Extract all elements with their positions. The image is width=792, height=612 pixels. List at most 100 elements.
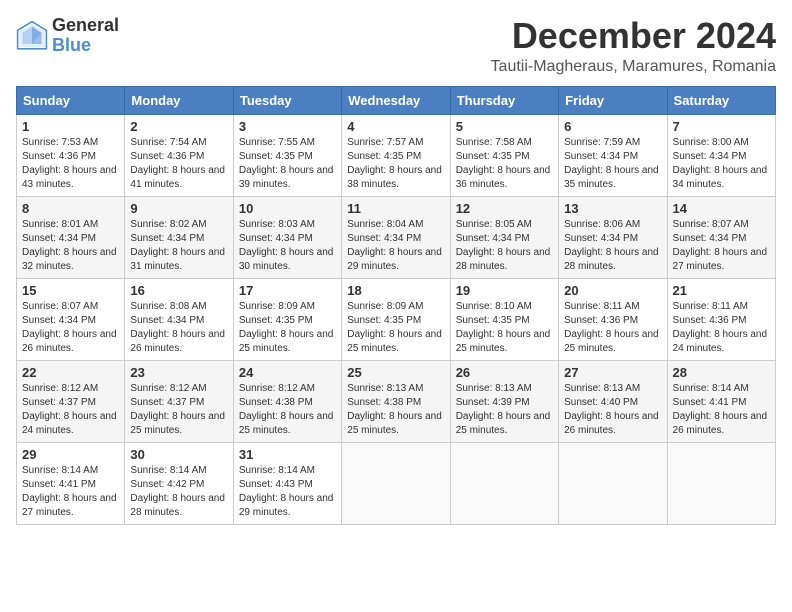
day-info: Sunrise: 8:04 AMSunset: 4:34 PMDaylight:… <box>347 218 444 274</box>
calendar-cell: 6 Sunrise: 7:59 AMSunset: 4:34 PMDaylight… <box>559 114 667 196</box>
day-info: Sunrise: 8:08 AMSunset: 4:34 PMDaylight:… <box>130 300 227 356</box>
day-info: Sunrise: 7:54 AMSunset: 4:36 PMDaylight:… <box>130 136 227 192</box>
header: General Blue December 2024 Tautii-Magher… <box>16 16 776 76</box>
day-number: 29 <box>22 447 119 462</box>
calendar-cell: 2 Sunrise: 7:54 AMSunset: 4:36 PMDaylight… <box>125 114 233 196</box>
day-number: 17 <box>239 283 336 298</box>
day-number: 18 <box>347 283 444 298</box>
day-info: Sunrise: 8:07 AMSunset: 4:34 PMDaylight:… <box>22 300 119 356</box>
calendar-header-row: SundayMondayTuesdayWednesdayThursdayFrid… <box>17 86 776 114</box>
day-info: Sunrise: 8:11 AMSunset: 4:36 PMDaylight:… <box>564 300 661 356</box>
day-info: Sunrise: 8:13 AMSunset: 4:38 PMDaylight:… <box>347 382 444 438</box>
day-info: Sunrise: 8:14 AMSunset: 4:41 PMDaylight:… <box>22 464 119 520</box>
day-info: Sunrise: 8:12 AMSunset: 4:38 PMDaylight:… <box>239 382 336 438</box>
day-number: 23 <box>130 365 227 380</box>
calendar-cell: 27Sunrise: 8:13 AMSunset: 4:40 PMDayligh… <box>559 360 667 442</box>
calendar-cell: 26 Sunrise: 8:13 AMSunset: 4:39 PMDayligh… <box>450 360 558 442</box>
day-number: 14 <box>673 201 770 216</box>
day-number: 8 <box>22 201 119 216</box>
calendar-cell: 20 Sunrise: 8:11 AMSunset: 4:36 PMDayligh… <box>559 278 667 360</box>
day-number: 24 <box>239 365 336 380</box>
day-number: 11 <box>347 201 444 216</box>
day-info: Sunrise: 8:14 AMSunset: 4:41 PMDaylight:… <box>673 382 770 438</box>
calendar-cell: 23 Sunrise: 8:12 AMSunset: 4:37 PMDayligh… <box>125 360 233 442</box>
calendar-cell: 12Sunrise: 8:05 AMSunset: 4:34 PMDayligh… <box>450 196 558 278</box>
day-number: 16 <box>130 283 227 298</box>
day-info: Sunrise: 8:10 AMSunset: 4:35 PMDaylight:… <box>456 300 553 356</box>
calendar-cell: 25 Sunrise: 8:13 AMSunset: 4:38 PMDayligh… <box>342 360 450 442</box>
day-info: Sunrise: 7:58 AMSunset: 4:35 PMDaylight:… <box>456 136 553 192</box>
day-number: 13 <box>564 201 661 216</box>
calendar-week-row: 22 Sunrise: 8:12 AMSunset: 4:37 PMDayligh… <box>17 360 776 442</box>
column-header-thursday: Thursday <box>450 86 558 114</box>
day-number: 28 <box>673 365 770 380</box>
calendar-cell: 10 Sunrise: 8:03 AMSunset: 4:34 PMDayligh… <box>233 196 341 278</box>
day-number: 30 <box>130 447 227 462</box>
day-number: 19 <box>456 283 553 298</box>
day-info: Sunrise: 8:09 AMSunset: 4:35 PMDaylight:… <box>239 300 336 356</box>
calendar-cell: 14 Sunrise: 8:07 AMSunset: 4:34 PMDayligh… <box>667 196 775 278</box>
calendar-cell: 28 Sunrise: 8:14 AMSunset: 4:41 PMDayligh… <box>667 360 775 442</box>
calendar-cell: 30 Sunrise: 8:14 AMSunset: 4:42 PMDayligh… <box>125 442 233 524</box>
calendar-week-row: 29 Sunrise: 8:14 AMSunset: 4:41 PMDayligh… <box>17 442 776 524</box>
day-info: Sunrise: 8:09 AMSunset: 4:35 PMDaylight:… <box>347 300 444 356</box>
calendar-cell: 31Sunrise: 8:14 AMSunset: 4:43 PMDayligh… <box>233 442 341 524</box>
column-header-tuesday: Tuesday <box>233 86 341 114</box>
calendar-table: SundayMondayTuesdayWednesdayThursdayFrid… <box>16 86 776 525</box>
day-number: 22 <box>22 365 119 380</box>
day-number: 6 <box>564 119 661 134</box>
month-title: December 2024 <box>491 16 776 56</box>
day-number: 2 <box>130 119 227 134</box>
day-info: Sunrise: 8:07 AMSunset: 4:34 PMDaylight:… <box>673 218 770 274</box>
day-info: Sunrise: 7:53 AMSunset: 4:36 PMDaylight:… <box>22 136 119 192</box>
day-number: 25 <box>347 365 444 380</box>
day-number: 26 <box>456 365 553 380</box>
day-info: Sunrise: 8:00 AMSunset: 4:34 PMDaylight:… <box>673 136 770 192</box>
day-number: 27 <box>564 365 661 380</box>
calendar-cell: 3Sunrise: 7:55 AMSunset: 4:35 PMDaylight… <box>233 114 341 196</box>
logo-general-text: General Blue <box>52 16 119 56</box>
day-info: Sunrise: 8:13 AMSunset: 4:39 PMDaylight:… <box>456 382 553 438</box>
calendar-cell: 13Sunrise: 8:06 AMSunset: 4:34 PMDayligh… <box>559 196 667 278</box>
column-header-friday: Friday <box>559 86 667 114</box>
column-header-sunday: Sunday <box>17 86 125 114</box>
calendar-cell <box>450 442 558 524</box>
day-info: Sunrise: 8:12 AMSunset: 4:37 PMDaylight:… <box>130 382 227 438</box>
calendar-cell: 5 Sunrise: 7:58 AMSunset: 4:35 PMDaylight… <box>450 114 558 196</box>
calendar-cell: 29 Sunrise: 8:14 AMSunset: 4:41 PMDayligh… <box>17 442 125 524</box>
day-info: Sunrise: 8:01 AMSunset: 4:34 PMDaylight:… <box>22 218 119 274</box>
calendar-cell: 11 Sunrise: 8:04 AMSunset: 4:34 PMDayligh… <box>342 196 450 278</box>
calendar-cell: 8 Sunrise: 8:01 AMSunset: 4:34 PMDaylight… <box>17 196 125 278</box>
calendar-cell: 15Sunrise: 8:07 AMSunset: 4:34 PMDayligh… <box>17 278 125 360</box>
calendar-cell: 18 Sunrise: 8:09 AMSunset: 4:35 PMDayligh… <box>342 278 450 360</box>
day-info: Sunrise: 8:11 AMSunset: 4:36 PMDaylight:… <box>673 300 770 356</box>
calendar-cell: 7 Sunrise: 8:00 AMSunset: 4:34 PMDaylight… <box>667 114 775 196</box>
day-number: 10 <box>239 201 336 216</box>
title-area: December 2024 Tautii-Magheraus, Maramure… <box>491 16 776 76</box>
calendar-cell: 22Sunrise: 8:12 AMSunset: 4:37 PMDayligh… <box>17 360 125 442</box>
day-number: 4 <box>347 119 444 134</box>
day-info: Sunrise: 8:03 AMSunset: 4:34 PMDaylight:… <box>239 218 336 274</box>
day-number: 12 <box>456 201 553 216</box>
calendar-cell <box>342 442 450 524</box>
logo-icon <box>16 20 48 52</box>
calendar-cell: 16 Sunrise: 8:08 AMSunset: 4:34 PMDayligh… <box>125 278 233 360</box>
day-number: 20 <box>564 283 661 298</box>
day-number: 7 <box>673 119 770 134</box>
calendar-week-row: 8 Sunrise: 8:01 AMSunset: 4:34 PMDaylight… <box>17 196 776 278</box>
day-info: Sunrise: 7:57 AMSunset: 4:35 PMDaylight:… <box>347 136 444 192</box>
calendar-cell: 24 Sunrise: 8:12 AMSunset: 4:38 PMDayligh… <box>233 360 341 442</box>
day-number: 3 <box>239 119 336 134</box>
day-info: Sunrise: 8:14 AMSunset: 4:42 PMDaylight:… <box>130 464 227 520</box>
calendar-cell <box>667 442 775 524</box>
column-header-saturday: Saturday <box>667 86 775 114</box>
calendar-week-row: 1 Sunrise: 7:53 AMSunset: 4:36 PMDaylight… <box>17 114 776 196</box>
calendar-cell: 4 Sunrise: 7:57 AMSunset: 4:35 PMDaylight… <box>342 114 450 196</box>
day-number: 5 <box>456 119 553 134</box>
day-info: Sunrise: 8:14 AMSunset: 4:43 PMDaylight:… <box>239 464 336 520</box>
day-info: Sunrise: 7:59 AMSunset: 4:34 PMDaylight:… <box>564 136 661 192</box>
calendar-cell: 21Sunrise: 8:11 AMSunset: 4:36 PMDayligh… <box>667 278 775 360</box>
calendar-cell <box>559 442 667 524</box>
calendar-week-row: 15Sunrise: 8:07 AMSunset: 4:34 PMDayligh… <box>17 278 776 360</box>
day-number: 1 <box>22 119 119 134</box>
